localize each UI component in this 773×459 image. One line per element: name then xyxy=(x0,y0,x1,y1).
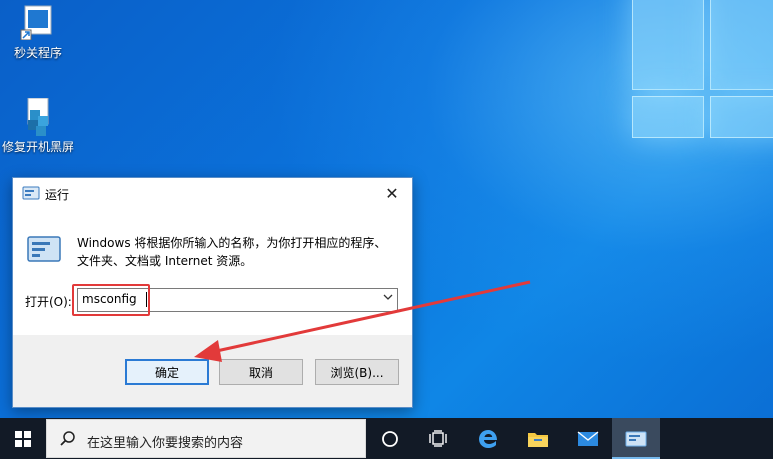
run-taskbar-button[interactable] xyxy=(612,418,660,459)
dialog-description: Windows 将根据你所输入的名称，为你打开相应的程序、文件夹、文档或 Int… xyxy=(77,236,387,268)
search-icon xyxy=(59,430,77,448)
task-view-icon xyxy=(429,429,447,447)
search-placeholder: 在这里输入你要搜索的内容 xyxy=(87,436,244,451)
start-button[interactable] xyxy=(0,418,46,459)
taskbar-search-box[interactable]: 在这里输入你要搜索的内容 xyxy=(46,419,366,458)
chevron-down-icon[interactable] xyxy=(383,292,393,305)
edge-icon xyxy=(479,429,497,448)
folder-icon xyxy=(528,432,548,447)
close-button[interactable]: ✕ xyxy=(372,178,412,208)
desktop-icon-shortcut[interactable]: 秒关程序 xyxy=(0,4,76,61)
desktop-icon-label: 秒关程序 xyxy=(13,46,62,60)
cancel-button[interactable]: 取消 xyxy=(219,359,303,385)
desktop: 秒关程序 修复开机黑屏 测 运行 xyxy=(0,0,773,418)
cortana-circle-icon xyxy=(382,430,398,447)
mail-button[interactable] xyxy=(564,418,612,459)
desktop-icon-label: 修复开机黑屏 xyxy=(1,140,74,154)
run-icon xyxy=(625,431,647,446)
ok-button[interactable]: 确定 xyxy=(125,359,209,385)
run-icon xyxy=(22,186,40,200)
windows-logo-wallpaper xyxy=(632,0,773,190)
file-explorer-button[interactable] xyxy=(514,418,562,459)
cortana-button[interactable] xyxy=(366,418,414,459)
task-view-button[interactable] xyxy=(414,418,462,459)
run-dialog: 运行 ✕ Windows 将根据你所输入的名称，为你打开相应的程序、文件夹、文档… xyxy=(12,177,413,408)
open-label: 打开(O): xyxy=(25,295,72,309)
taskbar: 在这里输入你要搜索的内容 xyxy=(0,418,773,459)
app-window-icon xyxy=(20,4,56,41)
desktop-icon-repair[interactable]: 修复开机黑屏 xyxy=(0,97,76,155)
run-program-icon xyxy=(27,236,61,262)
edge-browser-button[interactable] xyxy=(464,418,512,459)
windows-start-icon xyxy=(15,430,31,447)
package-cubes-icon xyxy=(20,97,56,136)
mail-icon xyxy=(577,430,599,446)
dialog-titlebar[interactable]: 运行 ✕ xyxy=(13,178,412,208)
dialog-title: 运行 xyxy=(45,188,70,202)
browse-button[interactable]: 浏览(B)... xyxy=(315,359,399,385)
close-icon: ✕ xyxy=(385,183,399,203)
annotation-highlight-box xyxy=(72,284,150,316)
